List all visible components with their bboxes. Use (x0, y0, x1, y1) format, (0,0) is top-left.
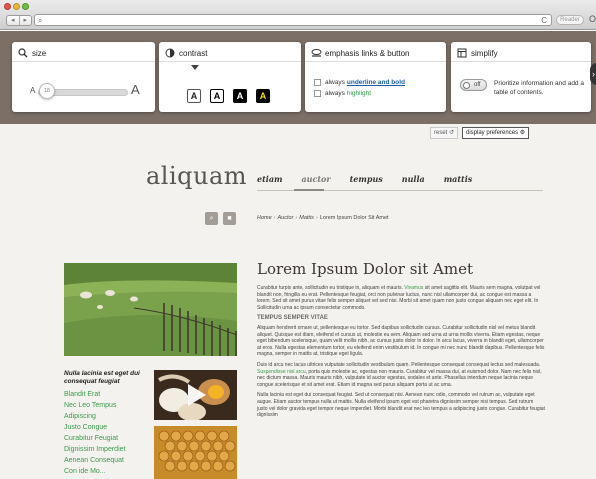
sidebar-heading: Nulla lacinia est eget dui consequat feu… (64, 370, 140, 385)
article-body: Curabitur turpis ante, sollicitudin eu t… (257, 285, 545, 423)
paragraph-text: Duis id arcu nec lacus ultrices vulputat… (257, 361, 541, 368)
sidebar-link[interactable]: Aenean Consequat (64, 455, 125, 466)
size-small-label: A (30, 86, 36, 95)
breadcrumb-auctor[interactable]: Auctor (278, 215, 294, 221)
nav-item-tempus[interactable]: tempus (350, 174, 383, 184)
simplify-icon (457, 48, 467, 58)
size-title: size (32, 48, 47, 58)
sidebar-link[interactable]: Adipiscing (64, 411, 125, 422)
honeycomb-image (154, 426, 237, 479)
inline-link[interactable]: Vivamus (404, 285, 423, 291)
preferences-toolbar: size A 18 A contrast A A A A emphasis li… (0, 31, 596, 124)
video-thumbnail[interactable] (154, 370, 237, 420)
contrast-high-white-option[interactable]: A (210, 89, 224, 103)
page-content: reset ↺ display preferences ⚙ aliquam et… (0, 124, 596, 479)
sidebar-link[interactable]: Nec Leo Tempus (64, 400, 125, 411)
lock-icon: ■ (227, 215, 232, 222)
size-large-label: A (131, 82, 140, 97)
toolbar-extra-icon[interactable]: O (589, 14, 596, 24)
sidebar-links: Blandit Erat Nec Leo Tempus Adipiscing J… (64, 389, 125, 477)
nav-item-nulla[interactable]: nulla (402, 174, 425, 184)
lock-button[interactable]: ■ (223, 212, 236, 225)
back-button[interactable]: ◂ (7, 16, 19, 25)
nav-item-etiam[interactable]: etiam (257, 174, 282, 184)
simplify-description: Prioritize information and add a table o… (494, 80, 584, 96)
sidebar-link[interactable]: Dignissim Imperdiet (64, 444, 125, 455)
size-slider-thumb[interactable]: 18 (39, 83, 55, 99)
highlight-checkbox[interactable] (314, 90, 321, 97)
option-prefix: always (325, 79, 345, 86)
article-title: Lorem Ipsum Dolor sit Amet (257, 260, 473, 278)
toggle-knob (463, 82, 470, 89)
toggle-label: off (474, 82, 481, 88)
divider (451, 61, 591, 62)
underline-bold-option[interactable]: always underline and bold (314, 79, 405, 86)
window-maximize-button[interactable] (22, 3, 29, 10)
contrast-panel: contrast A A A A (159, 42, 301, 112)
site-logo[interactable]: aliquam (146, 162, 247, 190)
paragraph-text: Curabitur turpis ante, sollicitudin eu t… (257, 285, 405, 291)
main-nav: etiam auctor tempus nulla mattis (257, 174, 491, 184)
simplify-title: simplify (471, 48, 498, 58)
breadcrumb-separator-icon: › (295, 215, 298, 221)
emphasis-title: emphasis links & button (325, 48, 410, 58)
nav-item-auctor[interactable]: auctor (301, 174, 330, 184)
article-paragraph: Duis id arcu nec lacus ultrices vulputat… (257, 362, 545, 388)
reset-button[interactable]: reset ↺ (430, 127, 459, 139)
display-preferences-button[interactable]: display preferences ⚙ (462, 127, 530, 139)
selected-indicator-icon (191, 65, 199, 70)
simplify-toggle[interactable]: off (460, 79, 487, 91)
inline-link[interactable]: Suspendisse nisl arcu (257, 369, 306, 375)
window-minimize-button[interactable] (13, 3, 20, 10)
contrast-yellow-black-option[interactable]: A (256, 89, 270, 103)
contrast-title: contrast (179, 48, 208, 58)
article-paragraph: Curabitur turpis ante, sollicitudin eu t… (257, 285, 545, 311)
sidebar-link[interactable]: Justo Congue (64, 422, 125, 433)
option-emphasis-text: underline and bold (346, 79, 406, 86)
reload-icon[interactable]: C (541, 15, 547, 26)
address-bar[interactable]: ⌕ C (34, 14, 552, 26)
contrast-default-option[interactable]: A (187, 89, 201, 103)
sidebar-link[interactable]: Blandit Erat (64, 389, 125, 400)
back-forward-buttons: ◂ ▸ (6, 15, 32, 26)
option-emphasis-text: highlight (346, 90, 372, 97)
breadcrumb-current: Lorem Ipsum Dolor Sit Amet (319, 215, 389, 221)
simplify-panel: simplify off Prioritize information and … (451, 42, 591, 112)
breadcrumb-mattis[interactable]: Mattis (299, 215, 314, 221)
article-paragraph: Aliquam hendrerit ornare ut, pellentesqu… (257, 324, 545, 358)
sidebar-link[interactable]: Con ide Mo... (64, 466, 125, 477)
underline-bold-checkbox[interactable] (314, 79, 321, 86)
article-paragraph: Nulla lacinia est eget dui consequat feu… (257, 392, 545, 419)
contrast-icon (165, 48, 175, 58)
nav-item-mattis[interactable]: mattis (444, 174, 473, 184)
link-emphasis-icon (311, 48, 322, 58)
browser-chrome: ◂ ▸ ⌕ C Reader O (0, 0, 596, 30)
divider (305, 61, 446, 62)
forward-button[interactable]: ▸ (18, 16, 32, 25)
divider (12, 61, 155, 62)
next-panel-button[interactable]: › (590, 63, 596, 85)
window-close-button[interactable] (4, 3, 11, 10)
size-panel: size A 18 A (12, 42, 155, 112)
search-icon: ⌕ (38, 16, 43, 25)
breadcrumb-separator-icon: › (315, 215, 318, 221)
search-button[interactable]: ⌕ (205, 212, 218, 225)
search-icon: ⌕ (209, 215, 214, 222)
breadcrumb-separator-icon: › (273, 215, 276, 221)
nav-active-underline (294, 189, 324, 191)
emphasis-panel: emphasis links & button always underline… (305, 42, 446, 112)
breadcrumb-home[interactable]: Home (257, 215, 272, 221)
magnifier-icon (18, 48, 28, 58)
article-subheading: TEMPUS SEMPER VITAE (257, 315, 328, 322)
hero-image (64, 263, 237, 356)
option-prefix: always (325, 90, 345, 97)
reader-button[interactable]: Reader (556, 15, 584, 25)
sidebar-link[interactable]: Curabitur Feugiat (64, 433, 125, 444)
breadcrumb: Home › Auctor › Mattis › Lorem Ipsum Dolor Sit… (257, 215, 389, 221)
contrast-high-black-option[interactable]: A (233, 89, 247, 103)
highlight-option[interactable]: always highlight (314, 90, 371, 97)
divider (159, 61, 301, 62)
